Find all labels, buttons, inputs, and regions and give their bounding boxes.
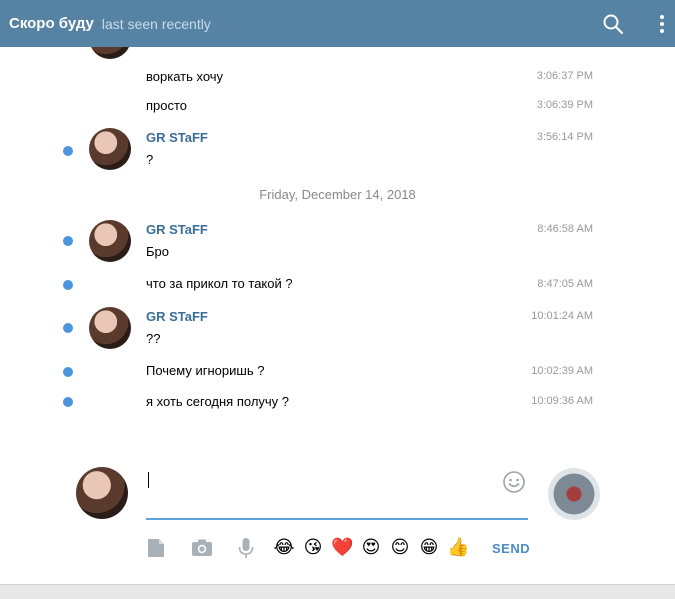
message-time: 3:06:37 PM [536,70,593,82]
unread-indicator [63,236,73,246]
microphone-icon[interactable] [235,537,257,559]
unread-indicator [63,280,73,290]
message-text: я хоть сегодня получу ? [146,394,290,409]
my-avatar[interactable] [76,467,128,519]
sticker-kiss[interactable]: 😘 [302,537,324,559]
message-time: 10:09:36 AM [531,395,593,407]
sticker-heart[interactable]: ❤️ [331,537,353,559]
message-time: 3:06:39 PM [536,99,593,111]
message-time: 10:02:39 AM [531,365,593,377]
sticker-thumbs-up[interactable]: 👍 [447,537,469,559]
avatar[interactable] [89,47,131,59]
avatar[interactable] [89,220,131,262]
message-text: воркать хочу [146,69,224,84]
camera-icon[interactable] [191,537,213,559]
document-icon[interactable] [145,537,167,559]
message-time: 8:46:58 AM [537,223,593,235]
sender-name[interactable]: GR STaFF [146,222,208,237]
message-text: просто [146,98,188,113]
emoji-icon[interactable] [502,470,526,494]
unread-indicator [63,367,73,377]
sticker-smile[interactable]: 😊 [389,537,411,559]
unread-indicator [63,397,73,407]
sender-name[interactable]: GR STaFF [146,130,208,145]
sender-name[interactable]: GR STaFF [146,309,208,324]
message-text: что за прикол то такой ? [146,276,293,291]
sticker-laughing[interactable]: 😂 [273,537,295,559]
sticker-grin[interactable]: 😁 [418,537,440,559]
sticker-heart-eyes[interactable]: 😍 [360,537,382,559]
date-separator: Friday, December 14, 2018 [259,187,416,202]
send-button[interactable]: SEND [492,541,530,556]
avatar[interactable] [89,128,131,170]
search-icon[interactable] [602,13,624,35]
more-vertical-icon[interactable] [656,13,668,35]
unread-indicator [63,323,73,333]
chat-header: Скоро буду last seen recently [0,0,675,47]
message-time: 8:47:05 AM [537,278,593,290]
message-text: ?? [146,331,161,346]
message-time: 10:01:24 AM [531,310,593,322]
text-caret [148,472,149,488]
window-bottom-bar [0,584,675,599]
message-text: ? [146,152,154,167]
message-history[interactable]: воркать хочу 3:06:37 PM просто 3:06:39 P… [0,47,675,447]
message-input[interactable] [146,466,528,520]
chat-status: last seen recently [101,15,211,32]
message-text: Почему игноришь ? [146,363,265,378]
chat-title[interactable]: Скоро буду [9,15,94,32]
peer-avatar[interactable] [548,468,600,520]
avatar[interactable] [89,307,131,349]
message-time: 3:56:14 PM [536,131,593,143]
message-text: Бро [146,244,169,259]
unread-indicator [63,146,73,156]
